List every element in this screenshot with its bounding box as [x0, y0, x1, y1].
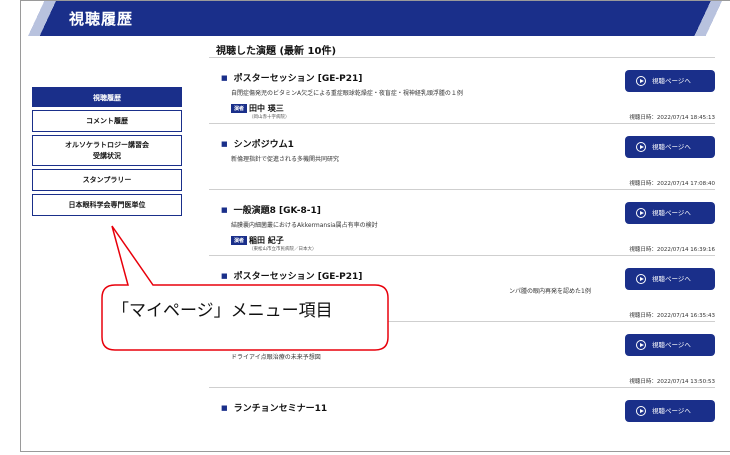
item-title: ■ ランチョンセミナー11 — [221, 401, 327, 414]
view-page-button-label: 視聴ページへ — [652, 77, 691, 85]
play-circle-icon — [636, 142, 646, 152]
presenter-affiliation: （岡山赤十字病院） — [249, 115, 290, 120]
view-date: 視聴日時：2022/07/14 18:45:13 — [629, 115, 715, 121]
square-bullet-icon: ■ — [221, 338, 228, 346]
view-page-button-label: 視聴ページへ — [652, 341, 691, 349]
view-page-button[interactable]: 視聴ページへ — [625, 136, 715, 158]
item-subtitle: ドライアイ点眼治療の未来予想図 — [231, 354, 321, 361]
presenter-name: 田中 瑛三 — [249, 104, 284, 113]
history-list: ■ ポスターセッション [GE-P21] 自閉症傷発児のビタミンA欠乏による重症眼… — [209, 57, 715, 451]
view-date: 視聴日時：2022/07/14 16:35:43 — [629, 313, 715, 319]
view-page-button-label: 視聴ページへ — [652, 407, 691, 415]
header-bar: 視聴履歴 — [21, 1, 730, 36]
menu-item-orthok-course[interactable]: オルソケラトロジー講習会 受講状況 — [32, 135, 182, 166]
item-subtitle: ンパ腫の眼内再発を認めた1例 — [509, 288, 591, 295]
menu-item-label: オルソケラトロジー講習会 — [65, 141, 149, 149]
item-title: ■ シンポジウム1 — [221, 137, 294, 150]
play-circle-icon — [636, 274, 646, 284]
item-title-text: 一般演題8 [GK-8-1] — [233, 206, 321, 216]
view-page-button[interactable]: 視聴ページへ — [625, 202, 715, 224]
view-page-button-label: 視聴ページへ — [652, 143, 691, 151]
view-page-button-label: 視聴ページへ — [652, 275, 691, 283]
play-circle-icon — [636, 406, 646, 416]
list-item: ■ 一般演題8 [GK-8-1] 結膜嚢内細菌叢におけるAkkermansia属占… — [209, 189, 715, 255]
play-circle-icon — [636, 340, 646, 350]
section-title: 視聴した演題 (最新 10件) — [216, 46, 337, 57]
menu-item-stamp-rally[interactable]: スタンプラリー — [32, 169, 182, 191]
view-date: 視聴日時：2022/07/14 13:50:53 — [629, 379, 715, 385]
square-bullet-icon: ■ — [221, 404, 228, 412]
view-page-button[interactable]: 視聴ページへ — [625, 334, 715, 356]
square-bullet-icon: ■ — [221, 74, 228, 82]
menu-item-viewing-history[interactable]: 視聴履歴 — [32, 87, 182, 107]
list-item: ■ ランチョンセミナー11 視聴ページへ — [209, 387, 715, 451]
view-page-button[interactable]: 視聴ページへ — [625, 268, 715, 290]
square-bullet-icon: ■ — [221, 206, 228, 214]
list-item: ■ ポスターセッション [GE-P21] 自閉症傷発児のビタミンA欠乏による重症眼… — [209, 57, 715, 123]
list-item: ■ ランチョンセミナー13 ドライアイ点眼治療の未来予想図 視聴ページへ 視聴日時… — [209, 321, 715, 387]
view-date: 視聴日時：2022/07/14 16:39:16 — [629, 247, 715, 253]
square-bullet-icon: ■ — [221, 272, 228, 280]
item-title: ■ ポスターセッション [GE-P21] — [221, 269, 362, 282]
page-title: 視聴履歴 — [69, 10, 134, 28]
speaker-badge: 演者 — [231, 104, 248, 113]
item-title: ■ 一般演題8 [GK-8-1] — [221, 203, 321, 216]
item-title-text: シンポジウム1 — [233, 140, 294, 150]
play-circle-icon — [636, 76, 646, 86]
presenter-name: 稲田 紀子 — [249, 236, 284, 245]
item-title-text: ランチョンセミナー11 — [233, 404, 328, 414]
view-date: 視聴日時：2022/07/14 17:08:40 — [629, 181, 715, 187]
square-bullet-icon: ■ — [221, 140, 228, 148]
presenter-affiliation: （東松山市立市民病院／日本大） — [249, 247, 317, 252]
view-page-button[interactable]: 視聴ページへ — [625, 70, 715, 92]
view-page-button[interactable]: 視聴ページへ — [625, 400, 715, 422]
list-item: ■ シンポジウム1 新倫理指針で促進される多機関共同研究 視聴ページへ 視聴日時：… — [209, 123, 715, 189]
speaker-badge: 演者 — [231, 236, 248, 245]
item-title: ■ ランチョンセミナー13 — [221, 335, 327, 348]
item-title-text: ランチョンセミナー13 — [233, 338, 328, 348]
item-subtitle: 新倫理指針で促進される多機関共同研究 — [231, 156, 340, 163]
header-decoration-right — [691, 1, 730, 36]
view-page-button-label: 視聴ページへ — [652, 209, 691, 217]
mypage-menu: 視聴履歴 コメント履歴 オルソケラトロジー講習会 受講状況 スタンプラリー 日本… — [32, 87, 182, 219]
menu-item-comment-history[interactable]: コメント履歴 — [32, 110, 182, 132]
item-title: ■ ポスターセッション [GE-P21] — [221, 71, 362, 84]
menu-item-label-line2: 受講状況 — [93, 152, 121, 160]
item-subtitle: 自閉症傷発児のビタミンA欠乏による重症眼球乾燥症・夜盲症・視神経乳頭浮腫の１例 — [231, 90, 463, 97]
item-title-text: ポスターセッション [GE-P21] — [233, 74, 363, 84]
callout-text: 「マイページ」メニュー項目 — [112, 301, 333, 321]
play-circle-icon — [636, 208, 646, 218]
menu-item-specialist-credits[interactable]: 日本眼科学会専門医単位 — [32, 194, 182, 216]
header-decoration-left — [21, 1, 63, 36]
item-subtitle: 結膜嚢内細菌叢におけるAkkermansia属占有率の検討 — [231, 222, 378, 229]
page-frame: 視聴履歴 視聴履歴 コメント履歴 オルソケラトロジー講習会 受講状況 スタンプラ… — [20, 0, 730, 452]
item-title-text: ポスターセッション [GE-P21] — [233, 272, 363, 282]
